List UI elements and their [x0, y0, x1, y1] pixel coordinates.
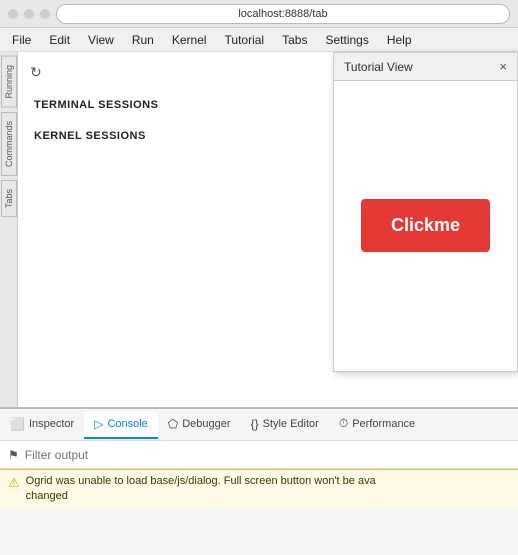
tutorial-header: Tutorial View × — [334, 53, 517, 81]
style-editor-icon: {} — [251, 417, 259, 431]
console-output-warning: ⚠ Ogrid was unable to load base/js/dialo… — [0, 469, 518, 509]
tab-style-editor[interactable]: {} Style Editor — [241, 411, 329, 439]
tab-console-label: Console — [107, 418, 147, 430]
tab-inspector-label: Inspector — [29, 418, 74, 430]
browser-chrome: localhost:8888/tab — [0, 0, 518, 28]
kernel-sessions-label: KERNEL SESSIONS — [34, 130, 146, 142]
debugger-icon: ⬠ — [168, 417, 178, 431]
tab-performance-label: Performance — [352, 418, 415, 430]
tab-performance[interactable]: ⏱ Performance — [329, 410, 425, 439]
terminal-sessions-label: TERMINAL SESSIONS — [34, 99, 158, 111]
browser-btn-1 — [8, 9, 18, 19]
console-message-line2: changed — [26, 490, 68, 502]
filter-output-input[interactable] — [25, 448, 510, 462]
menu-tutorial[interactable]: Tutorial — [217, 31, 273, 49]
sidebar: Running Commands Tabs — [0, 52, 18, 407]
menu-help[interactable]: Help — [379, 31, 420, 49]
tab-debugger[interactable]: ⬠ Debugger — [158, 411, 241, 439]
devtools-tabs-bar: ⬜ Inspector ▷ Console ⬠ Debugger {} Styl… — [0, 409, 518, 441]
console-icon: ▷ — [94, 417, 103, 431]
menu-settings[interactable]: Settings — [317, 31, 376, 49]
console-message-line1: Ogrid was unable to load base/js/dialog.… — [26, 475, 376, 487]
main-area: Running Commands Tabs ↻ TERMINAL SESSION… — [0, 52, 518, 407]
menu-tabs[interactable]: Tabs — [274, 31, 315, 49]
tab-style-editor-label: Style Editor — [263, 418, 319, 430]
tutorial-view-panel: Tutorial View × Clickme — [333, 52, 518, 372]
tutorial-close-button[interactable]: × — [499, 59, 507, 74]
refresh-button[interactable]: ↻ — [30, 64, 42, 81]
menu-edit[interactable]: Edit — [41, 31, 78, 49]
menu-kernel[interactable]: Kernel — [164, 31, 215, 49]
warning-icon: ⚠ — [8, 475, 20, 491]
clickme-button[interactable]: Clickme — [361, 199, 490, 252]
tutorial-body: Clickme — [334, 81, 517, 369]
filter-icon: ⚑ — [8, 448, 19, 462]
console-message: Ogrid was unable to load base/js/dialog.… — [26, 474, 376, 505]
address-bar[interactable]: localhost:8888/tab — [56, 4, 510, 24]
menu-bar: File Edit View Run Kernel Tutorial Tabs … — [0, 28, 518, 52]
devtools-panel: ⬜ Inspector ▷ Console ⬠ Debugger {} Styl… — [0, 407, 518, 509]
sidebar-running[interactable]: Running — [1, 56, 17, 108]
browser-btn-3 — [40, 9, 50, 19]
browser-btn-2 — [24, 9, 34, 19]
menu-run[interactable]: Run — [124, 31, 162, 49]
menu-file[interactable]: File — [4, 31, 39, 49]
tutorial-title: Tutorial View — [344, 60, 413, 74]
performance-icon: ⏱ — [339, 416, 348, 431]
sidebar-tabs[interactable]: Tabs — [1, 180, 17, 217]
tab-console[interactable]: ▷ Console — [84, 411, 158, 439]
tab-debugger-label: Debugger — [182, 418, 230, 430]
menu-view[interactable]: View — [80, 31, 122, 49]
sidebar-commands[interactable]: Commands — [1, 112, 17, 176]
console-filter-bar: ⚑ — [0, 441, 518, 469]
tab-inspector[interactable]: ⬜ Inspector — [0, 411, 84, 439]
inspector-icon: ⬜ — [10, 417, 25, 431]
address-text: localhost:8888/tab — [238, 8, 327, 20]
